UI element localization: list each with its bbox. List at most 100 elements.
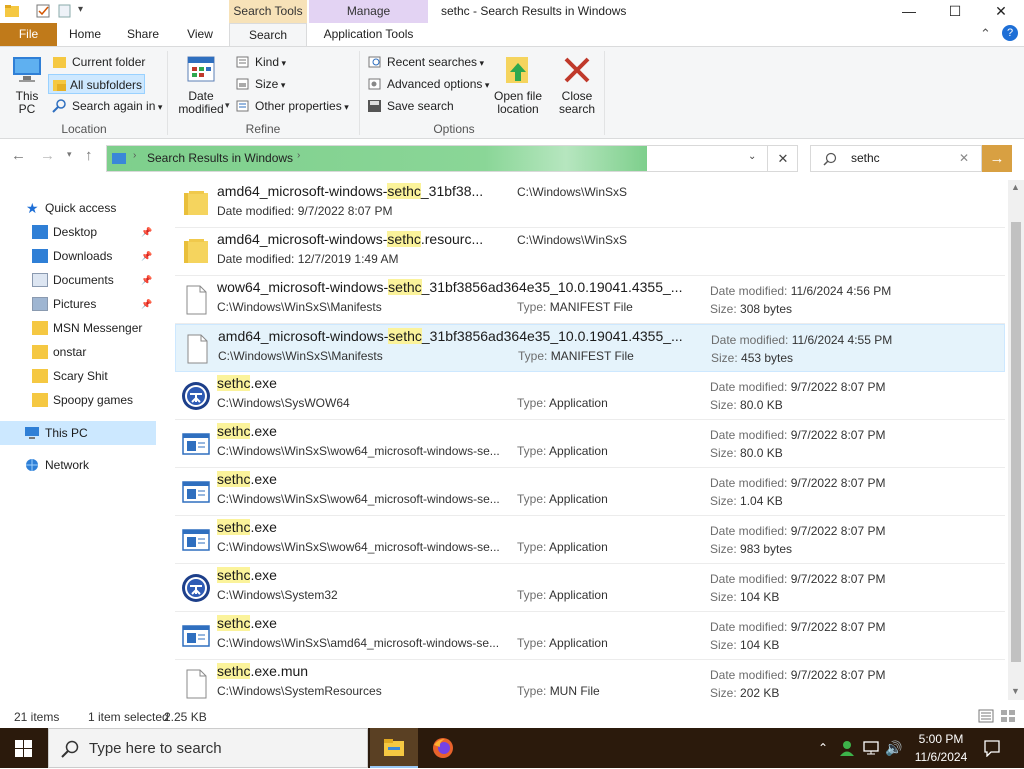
result-row[interactable]: sethc.exe C:\Windows\WinSxS\wow64_microso… [175, 468, 1005, 516]
up-arrow-icon[interactable]: ↑ [85, 147, 93, 164]
file-name[interactable]: amd64_microsoft-windows-sethc_31bf38... [217, 183, 483, 199]
file-name[interactable]: sethc.exe [217, 615, 277, 631]
search-input[interactable]: sethc [851, 146, 880, 171]
notifications-icon[interactable] [983, 739, 1001, 757]
save-search-button[interactable]: Save search [367, 96, 454, 116]
file-name[interactable]: sethc.exe [217, 375, 277, 391]
file-name[interactable]: sethc.exe [217, 423, 277, 439]
stop-search-icon[interactable]: ✕ [767, 146, 798, 171]
scroll-up-icon[interactable]: ▲ [1011, 182, 1020, 192]
result-row[interactable]: amd64_microsoft-windows-sethc_31bf38... D… [175, 180, 1005, 228]
sidebar-item[interactable]: Documents 📌 [32, 268, 156, 292]
desktop-icon [32, 225, 48, 239]
clear-search-icon[interactable]: ✕ [959, 146, 969, 171]
file-name[interactable]: sethc.exe [217, 471, 277, 487]
vertical-scrollbar[interactable]: ▲ ▼ [1008, 180, 1024, 700]
details-view-icon[interactable] [978, 709, 994, 723]
file-name[interactable]: wow64_microsoft-windows-sethc_31bf3856ad… [217, 279, 682, 295]
customize-quick-access-icon[interactable]: ▾ [78, 4, 94, 18]
sidebar-item-this-pc[interactable]: This PC [0, 421, 156, 445]
minimize-button[interactable]: — [886, 0, 932, 23]
sidebar-item[interactable]: Desktop 📌 [32, 220, 156, 244]
pin-icon[interactable]: 📌 [141, 292, 152, 316]
date-modified-value: 9/7/2022 8:07 PM [790, 476, 886, 490]
result-row[interactable]: sethc.exe C:\Windows\SysWOW64 Type: Applic… [175, 372, 1005, 420]
scroll-down-icon[interactable]: ▼ [1011, 686, 1020, 696]
result-row[interactable]: sethc.exe C:\Windows\WinSxS\amd64_microso… [175, 612, 1005, 660]
start-button[interactable] [0, 728, 48, 768]
maximize-button[interactable]: ☐ [932, 0, 978, 23]
search-go-button[interactable]: → [982, 145, 1012, 172]
search-field[interactable]: sethc ✕ [810, 145, 982, 172]
file-name[interactable]: amd64_microsoft-windows-sethc_31bf3856ad… [218, 328, 683, 344]
tab-home[interactable]: Home [63, 23, 107, 46]
sidebar-item[interactable]: Pictures 📌 [32, 292, 156, 316]
file-name[interactable]: sethc.exe [217, 519, 277, 535]
address-dropdown-icon[interactable]: ⌄ [748, 151, 756, 162]
volume-icon[interactable]: 🔊 [884, 728, 904, 768]
tab-share[interactable]: Share [120, 23, 166, 46]
file-name[interactable]: sethc.exe.mun [217, 663, 308, 679]
file-name[interactable]: sethc.exe [217, 567, 277, 583]
other-properties-button[interactable]: Other properties ▾ [235, 96, 349, 116]
close-button[interactable]: ✕ [978, 0, 1024, 23]
user-status-icon[interactable] [838, 739, 856, 757]
size-button[interactable]: Size ▾ [235, 74, 285, 94]
new-folder-icon[interactable] [57, 4, 73, 18]
sidebar-item-network[interactable]: Network [24, 453, 89, 477]
large-icons-view-icon[interactable] [1000, 709, 1016, 723]
network-status-icon[interactable] [862, 740, 880, 756]
help-icon[interactable]: ? [1002, 25, 1018, 41]
search-match-highlight: sethc [387, 183, 421, 199]
size-label: Size: [710, 302, 741, 316]
tab-view[interactable]: View [178, 23, 222, 46]
network-icon [26, 459, 38, 471]
tab-file[interactable]: File [0, 23, 57, 46]
result-row[interactable]: sethc.exe.mun C:\Windows\SystemResources T… [175, 660, 1005, 700]
close-search-button[interactable]: Close search [555, 53, 599, 116]
result-row[interactable]: sethc.exe C:\Windows\WinSxS\wow64_microso… [175, 516, 1005, 564]
this-pc-button[interactable]: This PC [8, 53, 46, 116]
advanced-options-button[interactable]: Advanced options ▾ [367, 74, 489, 94]
forward-arrow-icon[interactable]: → [40, 147, 55, 164]
result-row[interactable]: sethc.exe C:\Windows\WinSxS\wow64_microso… [175, 420, 1005, 468]
collapse-ribbon-icon[interactable]: ⌃ [980, 26, 991, 42]
file-type: Type: Application [517, 444, 608, 458]
sidebar-item[interactable]: Downloads 📌 [32, 244, 156, 268]
folder-icon [32, 321, 48, 335]
breadcrumb[interactable]: Search Results in Windows [147, 146, 293, 171]
result-row[interactable]: sethc.exe C:\Windows\System32 Type: Applic… [175, 564, 1005, 612]
open-file-location-button[interactable]: Open file location [491, 53, 545, 116]
sidebar-item[interactable]: Spoopy games [32, 388, 156, 412]
show-hidden-icons-chevron-icon[interactable]: ⌃ [814, 728, 832, 768]
taskbar-file-explorer[interactable] [370, 728, 418, 768]
file-name[interactable]: amd64_microsoft-windows-sethc.resourc... [217, 231, 483, 247]
sidebar-item-quick-access[interactable]: ★ Quick access [26, 196, 116, 220]
result-row[interactable]: amd64_microsoft-windows-sethc.resourc...… [175, 228, 1005, 276]
all-subfolders-button[interactable]: All subfolders [48, 74, 145, 94]
kind-button[interactable]: Kind ▾ [235, 52, 286, 72]
properties-icon[interactable] [35, 4, 51, 18]
pin-icon[interactable]: 📌 [141, 220, 152, 244]
sidebar-item[interactable]: MSN Messenger [32, 316, 156, 340]
pin-icon[interactable]: 📌 [141, 244, 152, 268]
pin-icon[interactable]: 📌 [141, 268, 152, 292]
sidebar-item[interactable]: onstar [32, 340, 156, 364]
taskbar-firefox[interactable] [419, 728, 467, 768]
date-modified-button[interactable]: Date modified [172, 53, 230, 116]
result-row[interactable]: wow64_microsoft-windows-sethc_31bf3856ad… [175, 276, 1005, 324]
search-again-in-button[interactable]: Search again in ▾ [52, 96, 162, 116]
recent-locations-chevron-icon[interactable]: ▾ [67, 149, 72, 160]
tab-search[interactable]: Search [229, 23, 307, 47]
taskbar-search-box[interactable]: Type here to search [48, 728, 368, 768]
taskbar-clock[interactable]: 5:00 PM 11/6/2024 [910, 730, 972, 766]
scrollbar-thumb[interactable] [1011, 222, 1021, 662]
sidebar-item[interactable]: Scary Shit [32, 364, 156, 388]
address-bar[interactable]: › Search Results in Windows › ⌄ ✕ [106, 145, 798, 172]
recent-searches-button[interactable]: Recent searches ▾ [367, 52, 484, 72]
current-folder-button[interactable]: Current folder [52, 52, 145, 72]
back-arrow-icon[interactable]: ← [11, 147, 26, 164]
search-match-highlight: sethc [217, 567, 251, 583]
tab-application-tools[interactable]: Application Tools [309, 23, 428, 46]
result-row[interactable]: amd64_microsoft-windows-sethc_31bf3856ad… [175, 324, 1005, 372]
